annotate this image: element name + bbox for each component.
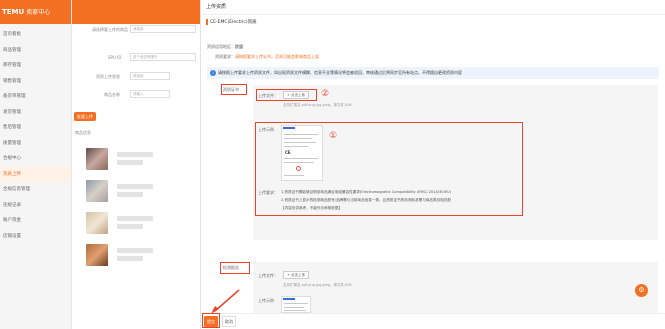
blurred-text <box>117 192 143 197</box>
name-input[interactable]: 请输入 <box>130 90 170 98</box>
brand-name: TEMU <box>2 8 25 16</box>
sidebar-item[interactable]: 发货管理 <box>0 105 71 121</box>
brand-sub: 卖家中心 <box>26 9 51 16</box>
sidebar-item[interactable]: 合规信息管理 <box>0 182 71 198</box>
filter-label: 请选择要上传的商品 <box>92 27 128 32</box>
sidebar-item[interactable]: 违规记录 <box>0 198 71 214</box>
blurred-text <box>117 160 143 165</box>
sidebar-item-active[interactable]: 资质上传 <box>0 166 71 182</box>
product-thumbnail <box>86 212 108 234</box>
sidebar-item[interactable]: 售后管理 <box>0 120 71 136</box>
spu-input[interactable]: 多个用逗号隔开 <box>130 53 196 61</box>
sidebar-item[interactable]: 首页看板 <box>0 27 71 43</box>
blurred-text <box>117 184 153 189</box>
sidebar-item[interactable]: 销售管理 <box>0 74 71 90</box>
annotation-box-upload <box>256 89 317 101</box>
upload-label: 上传文件： <box>258 273 278 278</box>
info-notice: i 请按照上传要求上传资质文件，如出现资质文件模糊、信息不全等情况将会被驳回，审… <box>207 67 659 79</box>
annotation-number-2: ② <box>321 89 330 99</box>
upload-hint: 支持扩展名.pdf.png.jpg.jpeg，单文件10M <box>283 103 352 107</box>
upload-hint: 支持扩展名.pdf.png.jpg.jpeg，单文件10M <box>283 283 352 287</box>
product-thumbnail <box>86 148 108 170</box>
sidebar-item[interactable]: 店铺设置 <box>0 229 71 245</box>
filter-select[interactable]: 请选择 <box>130 25 196 33</box>
blurred-text <box>117 152 153 157</box>
sidebar-item[interactable]: 商品管理 <box>0 43 71 59</box>
doc-header <box>283 298 295 300</box>
brand-logo: TEMU 卖家中心 <box>0 0 71 24</box>
blurred-text <box>117 256 143 261</box>
upload-button[interactable]: + 点击上传 <box>283 271 310 279</box>
sidebar-item[interactable]: 账户资金 <box>0 213 71 229</box>
doc-line <box>284 310 306 311</box>
product-thumbnail <box>86 244 108 266</box>
sidebar-item[interactable]: 质量管理 <box>0 136 71 152</box>
status-select[interactable]: 请选择 <box>130 72 170 80</box>
column-header: 商品信息 <box>75 130 91 135</box>
background-page: 请选择要上传的商品 请选择 SPU ID 多个用逗号隔开 资质上传状态 请选择 … <box>72 0 200 329</box>
blurred-text <box>117 224 143 229</box>
annotation-box-example <box>255 122 523 216</box>
sidebar: TEMU 卖家中心 首页看板 商品管理 库存管理 销售管理 备货单管理 发货管理 … <box>0 0 72 329</box>
doc-line <box>284 307 304 308</box>
blurred-text <box>117 216 153 221</box>
sidebar-item[interactable]: 库存管理 <box>0 58 71 74</box>
filter-label: 商品名称 <box>104 92 120 97</box>
divider <box>201 14 665 15</box>
annotation-arrow <box>211 289 240 314</box>
annotation-number-1: ① <box>329 131 338 141</box>
sidebar-nav: 首页看板 商品管理 库存管理 销售管理 备货单管理 发货管理 售后管理 质量管理… <box>0 24 71 244</box>
filter-label: 资质上传状态 <box>96 74 120 79</box>
top-bar <box>72 0 200 24</box>
sidebar-item[interactable]: 备货单管理 <box>0 89 71 105</box>
gear-icon[interactable]: ⚙ <box>635 284 648 297</box>
sidebar-item[interactable]: 合规中心 <box>0 151 71 167</box>
example-report-image[interactable] <box>281 296 311 313</box>
product-thumbnail <box>86 180 108 202</box>
batch-upload-button[interactable]: 批量上传 <box>74 112 96 121</box>
upload-drawer: 上传资质 CE-EMC(Electric)资质 资质适用地区：欧盟 资质要求：请… <box>200 0 665 329</box>
blurred-text <box>117 248 153 253</box>
doc-line <box>284 303 308 304</box>
drawer-footer: 提交 取消 <box>201 313 665 329</box>
filter-label: SPU ID <box>108 55 122 60</box>
